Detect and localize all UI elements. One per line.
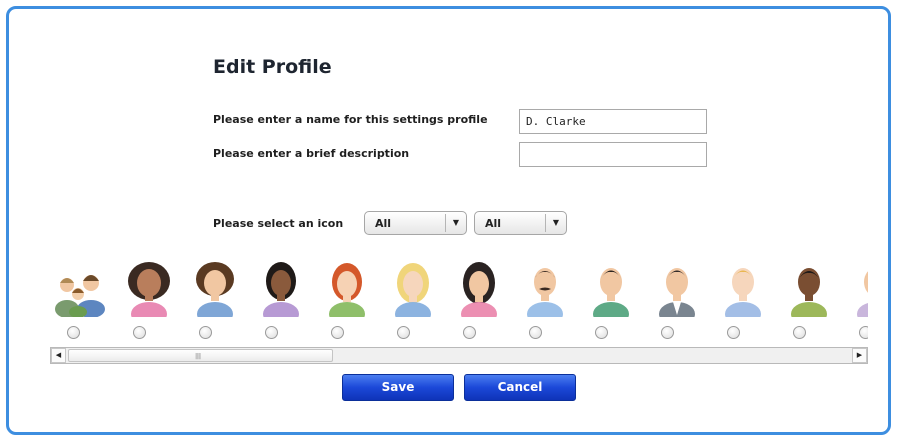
woman-black-hair-pink-shirt-icon	[461, 262, 497, 317]
save-button[interactable]: Save	[342, 374, 454, 401]
icon-radio[interactable]	[67, 326, 80, 339]
icon-radio[interactable]	[265, 326, 278, 339]
grip-icon: |||||	[195, 353, 201, 360]
chevron-down-icon: ▼	[445, 214, 466, 232]
man-black-hair-green-shirt-icon	[593, 268, 629, 317]
man-mustache-icon	[527, 268, 563, 317]
icon-option[interactable]	[314, 255, 380, 345]
profile-name-input[interactable]	[519, 109, 707, 134]
woman-red-hair-icon	[329, 263, 365, 317]
icon-radio[interactable]	[595, 326, 608, 339]
icon-option[interactable]	[842, 255, 868, 345]
icon-radio[interactable]	[331, 326, 344, 339]
icon-radio[interactable]	[133, 326, 146, 339]
scrollbar-thumb[interactable]: |||||	[68, 349, 333, 362]
icon-option[interactable]	[182, 255, 248, 345]
chevron-down-icon: ▼	[545, 214, 566, 232]
icon-radio[interactable]	[529, 326, 542, 339]
icon-select-label: Please select an icon	[213, 217, 344, 230]
group-people-icon	[55, 275, 105, 317]
icon-option[interactable]	[710, 255, 776, 345]
page-title: Edit Profile	[213, 56, 332, 78]
icon-radio[interactable]	[727, 326, 740, 339]
icon-picker-scrollbar[interactable]: ◀ ||||| ▶	[50, 347, 868, 364]
icon-picker	[50, 255, 868, 345]
scroll-right-arrow-icon[interactable]: ▶	[852, 348, 867, 363]
woman-blonde-hair-icon	[395, 263, 431, 317]
name-label: Please enter a name for this settings pr…	[213, 113, 488, 126]
icon-radio[interactable]	[859, 326, 868, 339]
icon-radio[interactable]	[397, 326, 410, 339]
man-dark-skin-icon	[791, 268, 827, 317]
icon-category-dropdown[interactable]: All ▼	[364, 211, 467, 235]
icon-option[interactable]	[50, 255, 116, 345]
icon-radio[interactable]	[661, 326, 674, 339]
icon-option[interactable]	[446, 255, 512, 345]
icon-radio[interactable]	[463, 326, 476, 339]
icon-option[interactable]	[776, 255, 842, 345]
man-black-hair-gray-suit-icon	[659, 268, 695, 317]
man-blonde-hair-icon	[725, 268, 761, 317]
icon-option[interactable]	[116, 255, 182, 345]
icon-option[interactable]	[578, 255, 644, 345]
description-label: Please enter a brief description	[213, 147, 410, 160]
woman-dark-skin-purple-shirt-icon	[263, 262, 299, 317]
icon-type-value: All	[485, 217, 502, 230]
woman-curly-dark-hair-icon	[128, 262, 170, 317]
icon-option[interactable]	[644, 255, 710, 345]
scroll-left-arrow-icon[interactable]: ◀	[51, 348, 66, 363]
icon-category-value: All	[375, 217, 392, 230]
icon-option[interactable]	[380, 255, 446, 345]
partial-avatar-icon	[857, 271, 868, 317]
cancel-button[interactable]: Cancel	[464, 374, 576, 401]
woman-brown-hair-blue-shirt-icon	[196, 262, 234, 317]
icon-radio[interactable]	[199, 326, 212, 339]
icon-radio[interactable]	[793, 326, 806, 339]
icon-type-dropdown[interactable]: All ▼	[474, 211, 567, 235]
icon-option[interactable]	[512, 255, 578, 345]
profile-description-input[interactable]	[519, 142, 707, 167]
icon-option[interactable]	[248, 255, 314, 345]
